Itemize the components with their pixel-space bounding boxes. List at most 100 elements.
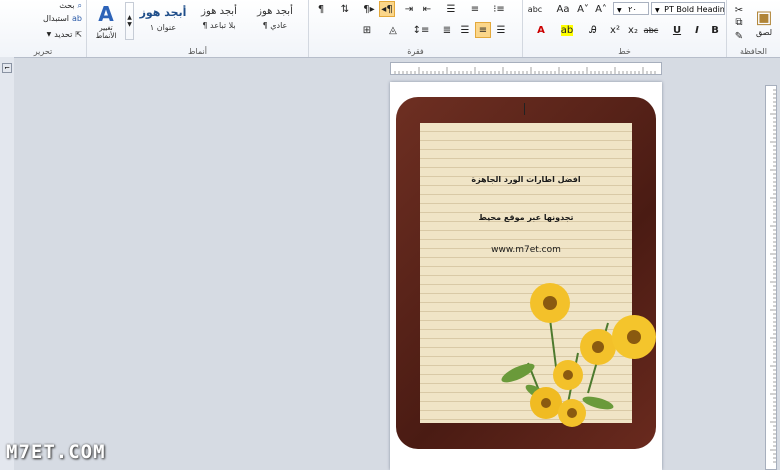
document-line-2[interactable]: تجدونها عبر موقع محيط — [420, 213, 632, 222]
superscript-button[interactable]: x² — [607, 22, 623, 38]
change-case-button[interactable]: Aa — [555, 1, 571, 17]
text-effects-button[interactable]: abc — [527, 1, 543, 17]
select-button[interactable]: ▼ تحديد ⇱ — [20, 28, 82, 40]
align-center-icon: ≡ — [478, 24, 488, 36]
numbering-button[interactable]: ≡ — [467, 1, 483, 17]
outdent-icon: ⇤ — [422, 3, 432, 15]
paint-bucket-icon: ◬ — [389, 24, 397, 36]
font-group-label: خط — [618, 47, 631, 56]
editing-group: بحث ⌕ استبدال ab ▼ تحديد ⇱ تحرير — [0, 0, 86, 57]
replace-button[interactable]: استبدال ab — [20, 12, 82, 24]
superscript-icon: x² — [610, 24, 620, 36]
paste-button[interactable]: ▣ لصق — [749, 0, 779, 44]
shading-button[interactable]: ◬ — [385, 22, 401, 38]
find-button[interactable]: بحث ⌕ — [20, 0, 82, 11]
font-name-combo[interactable]: ▼ PT Bold Heading — [651, 2, 725, 15]
outdent-button[interactable]: ⇤ — [419, 1, 435, 17]
text-cursor — [524, 103, 525, 115]
select-label: تحديد — [54, 29, 73, 39]
flowers-image — [501, 283, 656, 427]
pilcrow-button[interactable]: ¶ — [313, 1, 329, 17]
clear-format-button[interactable]: Ꭿ — [585, 22, 601, 38]
subscript-button[interactable]: x₂ — [625, 22, 641, 38]
font-size-value: ٢٠ — [628, 5, 637, 14]
clipboard-group: ✂ ⧉ ✎ ▣ لصق الحافظة — [726, 0, 780, 57]
document-line-1[interactable]: افضل اطارات الورد الجاهزة — [420, 175, 632, 184]
vertical-ruler[interactable] — [765, 85, 777, 470]
text-effects-icon: abc — [527, 4, 543, 14]
font-color-icon: A — [537, 24, 545, 36]
change-styles-label: تغيير الأنماط — [95, 24, 117, 40]
document-line-3[interactable]: www.m7et.com — [420, 245, 632, 255]
clipboard-group-label: الحافظة — [740, 47, 767, 56]
style-no-spacing-sample: أبجد هوز — [201, 6, 237, 17]
style-no-spacing[interactable]: أبجد هوز ¶ بلا تباعد — [193, 2, 245, 38]
strikethrough-icon: abc — [643, 25, 659, 35]
indent-icon: ⇥ — [404, 3, 414, 15]
chevron-up-icon: ▲ — [127, 14, 132, 21]
pilcrow-icon: ¶ — [317, 3, 325, 15]
bold-button[interactable]: B — [707, 22, 723, 38]
copy-icon: ⧉ — [735, 16, 743, 28]
format-painter-button[interactable]: ✎ — [731, 28, 747, 44]
ribbon: بحث ⌕ استبدال ab ▼ تحديد ⇱ تحرير A تغيير… — [0, 0, 780, 58]
ruler-toggle-icon[interactable]: ⌐ — [2, 63, 12, 73]
borders-icon: ⊞ — [362, 24, 372, 36]
style-normal-name: ¶ عادي — [262, 21, 288, 30]
justify-icon: ≣ — [442, 24, 452, 36]
indent-button[interactable]: ⇥ — [401, 1, 417, 17]
align-right-button[interactable]: ☰ — [493, 22, 509, 38]
rtl-button[interactable]: ◂¶ — [379, 1, 395, 17]
italic-button[interactable]: I — [689, 22, 705, 38]
styles-group-label: أنماط — [188, 47, 207, 56]
chevron-down-icon: ▼ — [655, 7, 660, 14]
line-spacing-button[interactable]: ↕≡ — [412, 22, 430, 38]
ltr-button[interactable]: ¶▸ — [361, 1, 377, 17]
style-no-spacing-name: ¶ بلا تباعد — [202, 21, 236, 30]
document-page[interactable]: افضل اطارات الورد الجاهزة تجدونها عبر مو… — [390, 82, 662, 470]
borders-button[interactable]: ⊞ — [359, 22, 375, 38]
paste-label: لصق — [755, 28, 773, 37]
font-size-combo[interactable]: ▼ ٢٠ — [613, 2, 649, 15]
cursor-icon: ⇱ — [75, 29, 82, 39]
line-spacing-icon: ↕≡ — [412, 24, 430, 36]
styles-scroll-button[interactable]: ▲ ▼ — [125, 2, 134, 40]
style-heading1[interactable]: أبجد هوز عنوان ١ — [137, 2, 189, 38]
shrink-font-icon: A˅ — [577, 3, 589, 15]
bold-icon: B — [711, 24, 719, 36]
flower-6 — [558, 399, 586, 427]
change-styles-button[interactable]: A تغيير الأنماط — [89, 0, 123, 44]
grow-font-button[interactable]: A˄ — [593, 1, 609, 17]
strikethrough-button[interactable]: abc — [643, 22, 659, 38]
chevron-down-icon: ▼ — [46, 30, 52, 38]
font-color-button[interactable]: A — [533, 22, 549, 38]
shrink-font-button[interactable]: A˅ — [575, 1, 591, 17]
bullets-button[interactable]: ⁝≡ — [491, 1, 507, 17]
chevron-down-icon: ▼ — [617, 7, 622, 14]
align-left-button[interactable]: ☰ — [457, 22, 473, 38]
flower-4 — [553, 360, 583, 390]
style-normal[interactable]: أبجد هوز ¶ عادي — [249, 2, 301, 38]
replace-label: استبدال — [43, 13, 70, 23]
underline-icon: U — [672, 24, 682, 36]
flower-3 — [612, 315, 656, 359]
chevron-down-icon: ▼ — [127, 21, 132, 28]
replace-icon: ab — [72, 13, 82, 23]
horizontal-ruler[interactable] — [390, 62, 662, 75]
font-group: abc Aa A˅ A˄ ▼ ٢٠ ▼ PT Bold Heading A ab… — [522, 0, 726, 57]
highlighter-icon: ab — [560, 24, 574, 36]
grow-font-icon: A˄ — [595, 3, 607, 15]
bullets-icon: ⁝≡ — [493, 3, 505, 15]
highlight-button[interactable]: ab — [559, 22, 575, 38]
numbering-icon: ≡ — [470, 3, 480, 15]
sort-button[interactable]: ⇅ — [337, 1, 353, 17]
align-center-button[interactable]: ≡ — [475, 22, 491, 38]
clear-format-icon: Ꭿ — [589, 24, 597, 36]
style-normal-sample: أبجد هوز — [257, 6, 293, 17]
underline-button[interactable]: U — [669, 22, 685, 38]
editing-group-label: تحرير — [33, 47, 53, 56]
multilevel-list-icon: ☰ — [446, 3, 456, 15]
multilevel-list-button[interactable]: ☰ — [443, 1, 459, 17]
change-case-icon: Aa — [556, 3, 570, 15]
justify-button[interactable]: ≣ — [439, 22, 455, 38]
